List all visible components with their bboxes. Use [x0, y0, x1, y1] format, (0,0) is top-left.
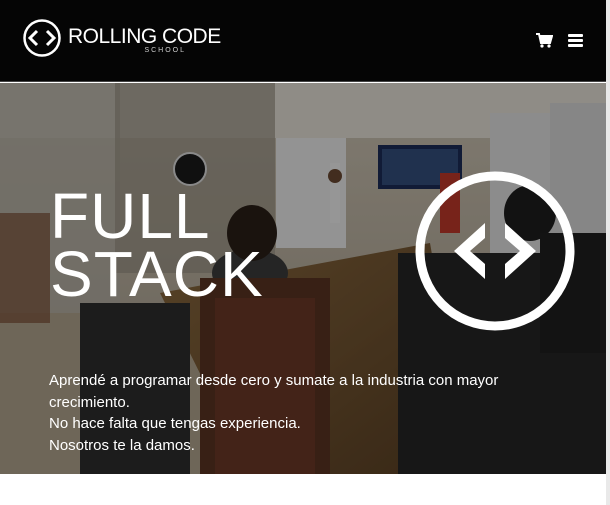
site-logo[interactable]: ROLLING CODE SCHOOL	[22, 18, 221, 58]
hero-title: FULL STACK	[50, 180, 264, 310]
code-brackets-icon	[415, 171, 575, 331]
hero-banner: FULL STACK Aprendé a programar desde cer…	[0, 83, 610, 474]
code-brackets-logo-icon	[23, 19, 61, 57]
menu-bar	[568, 34, 583, 37]
page-edge-divider	[606, 0, 610, 505]
menu-bar	[568, 39, 583, 42]
hero-title-line: FULL	[50, 180, 211, 252]
hero-description: Aprendé a programar desde cero y sumate …	[49, 370, 569, 456]
page-content-area	[0, 474, 610, 505]
logo-wordmark: ROLLING CODE SCHOOL	[68, 18, 221, 58]
logo-title: ROLLING CODE	[68, 25, 221, 48]
menu-bar	[568, 44, 583, 47]
hamburger-menu-icon[interactable]	[568, 34, 583, 47]
hero-description-line: Aprendé a programar desde cero y sumate …	[49, 372, 499, 389]
hero-description-line: crecimiento.	[49, 393, 130, 411]
hero-description-line: Nosotros te la damos.	[49, 436, 195, 454]
site-header: ROLLING CODE SCHOOL	[0, 0, 610, 82]
shopping-cart-icon[interactable]	[536, 33, 553, 48]
hero-description-line: No hace falta que tengas experiencia.	[49, 415, 301, 432]
logo-subtitle: SCHOOL	[144, 47, 186, 54]
hero-title-line: STACK	[50, 238, 264, 310]
